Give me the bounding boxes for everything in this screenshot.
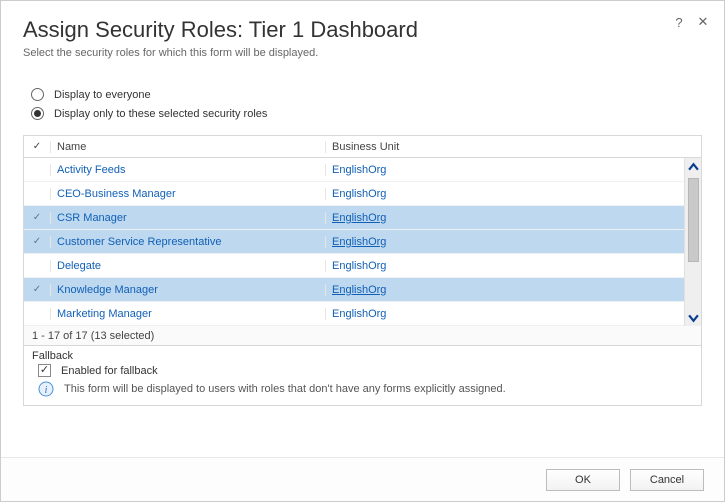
help-icon[interactable]: ? xyxy=(672,15,686,29)
row-check-icon[interactable]: ✓ xyxy=(24,284,50,295)
business-unit-link[interactable]: EnglishOrg xyxy=(332,260,386,272)
cancel-button[interactable]: Cancel xyxy=(630,469,704,491)
row-business-unit: EnglishOrg xyxy=(325,308,701,320)
dialog-subtitle: Select the security roles for which this… xyxy=(23,47,702,59)
business-unit-link[interactable]: EnglishOrg xyxy=(332,188,386,200)
row-name: Marketing Manager xyxy=(50,308,325,320)
table-row[interactable]: Marketing Manager EnglishOrg xyxy=(24,302,701,326)
business-unit-link[interactable]: EnglishOrg xyxy=(332,236,386,248)
role-name-link[interactable]: Customer Service Representative xyxy=(57,236,221,248)
row-check-icon[interactable]: ✓ xyxy=(24,212,50,223)
role-name-link[interactable]: CSR Manager xyxy=(57,212,127,224)
business-unit-link[interactable]: EnglishOrg xyxy=(332,284,386,296)
radio-label: Display only to these selected security … xyxy=(54,108,267,120)
scroll-thumb[interactable] xyxy=(688,178,699,262)
table-body: Activity FeedsEnglishOrgCEO-Business Man… xyxy=(24,158,701,326)
fallback-section: Fallback ✓ Enabled for fallback i This f… xyxy=(23,346,702,406)
scroll-down-icon[interactable] xyxy=(685,308,702,326)
radio-icon xyxy=(31,107,44,120)
row-name: Delegate xyxy=(50,260,325,272)
row-name: CSR Manager xyxy=(50,212,325,224)
select-all-checkbox[interactable]: ✓ xyxy=(24,141,50,152)
dialog-footer: OK Cancel xyxy=(1,457,724,501)
scroll-up-icon[interactable] xyxy=(685,158,702,176)
dialog-header: Assign Security Roles: Tier 1 Dashboard … xyxy=(1,1,724,65)
dialog-title: Assign Security Roles: Tier 1 Dashboard xyxy=(23,17,702,43)
row-name: Customer Service Representative xyxy=(50,236,325,248)
role-name-link[interactable]: Delegate xyxy=(57,260,101,272)
assign-security-roles-dialog: Assign Security Roles: Tier 1 Dashboard … xyxy=(0,0,725,502)
info-icon: i xyxy=(38,381,54,397)
roles-table: ✓ Name Business Unit Activity Feeds Engli… xyxy=(23,135,702,326)
table-status: 1 - 17 of 17 (13 selected) xyxy=(23,326,702,346)
radio-icon xyxy=(31,88,44,101)
close-icon[interactable]: ✕ xyxy=(696,15,710,29)
business-unit-link[interactable]: EnglishOrg xyxy=(332,308,386,320)
ok-button[interactable]: OK xyxy=(546,469,620,491)
row-business-unit: EnglishOrg xyxy=(325,164,701,176)
table-header: ✓ Name Business Unit xyxy=(24,136,701,158)
header-icons: ? ✕ xyxy=(672,15,710,29)
role-name-link[interactable]: Marketing Manager xyxy=(57,308,152,320)
table-row[interactable]: ✓ CSR Manager EnglishOrg xyxy=(24,206,701,230)
table-row[interactable]: CEO-Business Manager EnglishOrg xyxy=(24,182,701,206)
display-options: Display to everyone Display only to thes… xyxy=(1,65,724,129)
table-row[interactable]: ✓ Knowledge Manager EnglishOrg xyxy=(24,278,701,302)
row-check-icon[interactable]: ✓ xyxy=(24,236,50,247)
radio-display-selected-roles[interactable]: Display only to these selected security … xyxy=(23,104,702,123)
column-header-name[interactable]: Name xyxy=(50,141,325,153)
column-header-business-unit[interactable]: Business Unit xyxy=(325,141,701,153)
row-name: CEO-Business Manager xyxy=(50,188,325,200)
status-text: 1 - 17 of 17 (13 selected) xyxy=(32,330,154,342)
svg-text:i: i xyxy=(45,385,48,396)
table-row[interactable]: ✓ Customer Service Representative EnglishO… xyxy=(24,230,701,254)
scrollbar[interactable] xyxy=(684,158,701,326)
role-name-link[interactable]: Activity Feeds xyxy=(57,164,125,176)
row-name: Knowledge Manager xyxy=(50,284,325,296)
table-row[interactable]: Activity Feeds EnglishOrg xyxy=(24,158,701,182)
row-name: Activity Feeds xyxy=(50,164,325,176)
radio-display-everyone[interactable]: Display to everyone xyxy=(23,85,702,104)
table-row[interactable]: Delegate EnglishOrg xyxy=(24,254,701,278)
radio-label: Display to everyone xyxy=(54,89,151,101)
fallback-heading: Fallback xyxy=(32,350,693,362)
row-business-unit: EnglishOrg xyxy=(325,236,701,248)
row-business-unit: EnglishOrg xyxy=(325,284,701,296)
role-name-link[interactable]: CEO-Business Manager xyxy=(57,188,176,200)
business-unit-link[interactable]: EnglishOrg xyxy=(332,164,386,176)
role-name-link[interactable]: Knowledge Manager xyxy=(57,284,158,296)
fallback-checkbox-label: Enabled for fallback xyxy=(61,365,158,377)
row-business-unit: EnglishOrg xyxy=(325,212,701,224)
fallback-info-text: This form will be displayed to users wit… xyxy=(64,383,506,395)
business-unit-link[interactable]: EnglishOrg xyxy=(332,212,386,224)
row-business-unit: EnglishOrg xyxy=(325,188,701,200)
fallback-checkbox[interactable]: ✓ xyxy=(38,364,51,377)
row-business-unit: EnglishOrg xyxy=(325,260,701,272)
